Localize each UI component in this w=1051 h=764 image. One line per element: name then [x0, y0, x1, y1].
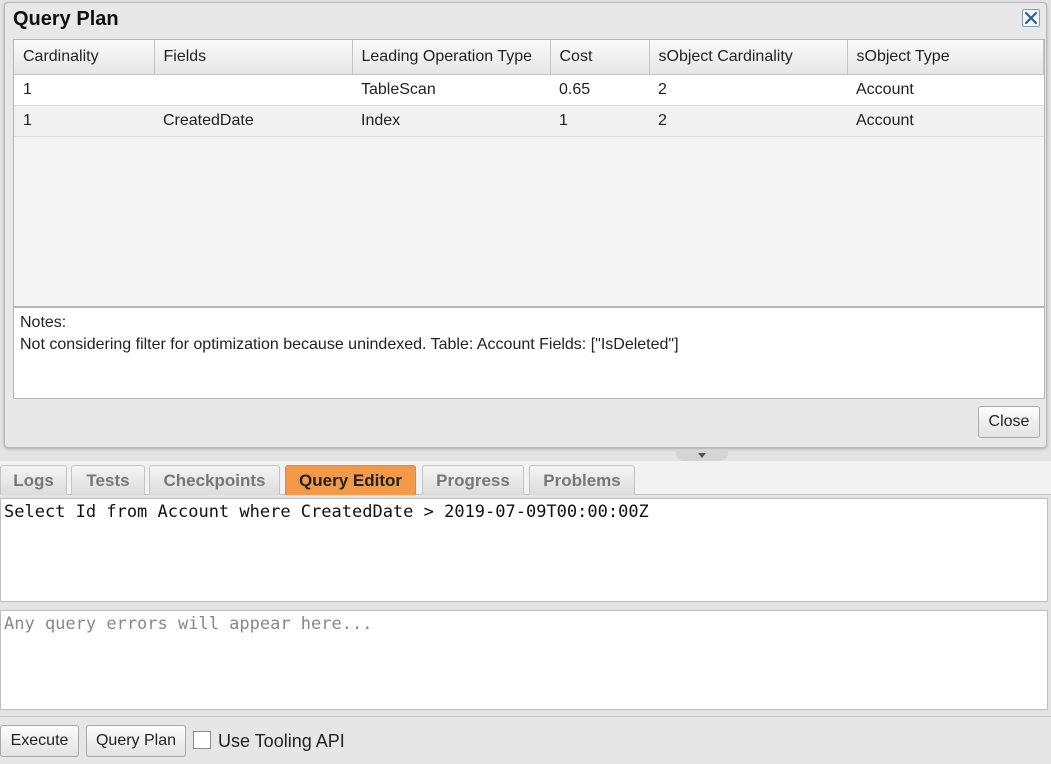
splitter-handle[interactable] — [676, 451, 728, 461]
cell-sobject-type: Account — [847, 74, 1044, 106]
notes-text: Not considering filter for optimization … — [20, 336, 679, 353]
column-header-cost[interactable]: Cost — [550, 40, 650, 75]
cell-leading-operation-type: TableScan — [352, 74, 550, 106]
notes-label: Notes: — [20, 314, 67, 331]
cell-sobject-cardinality: 2 — [649, 105, 847, 137]
notes-panel: Notes: Not considering filter for optimi… — [13, 307, 1045, 399]
tab-query-editor[interactable]: Query Editor — [285, 465, 416, 495]
dialog-close-icon[interactable] — [1022, 9, 1040, 27]
table-row[interactable]: 1 TableScan 0.65 2 Account — [14, 74, 1044, 106]
tab-progress[interactable]: Progress — [422, 465, 524, 495]
cell-cardinality: 1 — [14, 74, 154, 106]
dialog-title: Query Plan — [13, 8, 119, 30]
cell-fields — [154, 74, 352, 106]
use-tooling-api-checkbox[interactable] — [193, 731, 211, 749]
query-plan-grid: Cardinality Fields Leading Operation Typ… — [13, 39, 1045, 307]
cell-cardinality: 1 — [14, 105, 154, 137]
close-button[interactable]: Close — [978, 406, 1040, 438]
query-plan-button[interactable]: Query Plan — [86, 725, 186, 757]
use-tooling-api-label[interactable]: Use Tooling API — [218, 731, 345, 752]
close-x-icon — [1025, 12, 1037, 24]
cell-cost: 0.65 — [550, 74, 649, 106]
tab-logs[interactable]: Logs — [0, 465, 67, 495]
column-header-fields[interactable]: Fields — [154, 40, 353, 75]
cell-leading-operation-type: Index — [352, 105, 550, 137]
tab-bar: Logs Tests Checkpoints Query Editor Prog… — [0, 461, 1051, 495]
table-row[interactable]: 1 CreatedDate Index 1 2 Account — [14, 105, 1044, 137]
query-plan-dialog: Query Plan Cardinality Fields Leading Op… — [4, 2, 1047, 448]
cell-fields: CreatedDate — [154, 105, 352, 137]
query-errors-output: Any query errors will appear here... — [0, 610, 1048, 710]
column-header-sobject-type[interactable]: sObject Type — [847, 40, 1044, 75]
chevron-down-icon — [698, 453, 706, 458]
grid-header-row: Cardinality Fields Leading Operation Typ… — [14, 40, 1044, 75]
column-header-sobject-cardinality[interactable]: sObject Cardinality — [649, 40, 848, 75]
tab-checkpoints[interactable]: Checkpoints — [149, 465, 280, 495]
execute-button[interactable]: Execute — [0, 725, 79, 757]
cell-sobject-type: Account — [847, 105, 1044, 137]
footer-toolbar: Execute Query Plan Use Tooling API — [0, 716, 1051, 764]
column-header-cardinality[interactable]: Cardinality — [14, 40, 155, 75]
cell-cost: 1 — [550, 105, 649, 137]
column-header-leading-operation-type[interactable]: Leading Operation Type — [352, 40, 551, 75]
cell-sobject-cardinality: 2 — [649, 74, 847, 106]
tab-tests[interactable]: Tests — [71, 465, 145, 495]
tab-problems[interactable]: Problems — [529, 465, 635, 495]
query-editor-input[interactable]: Select Id from Account where CreatedDate… — [0, 498, 1048, 602]
